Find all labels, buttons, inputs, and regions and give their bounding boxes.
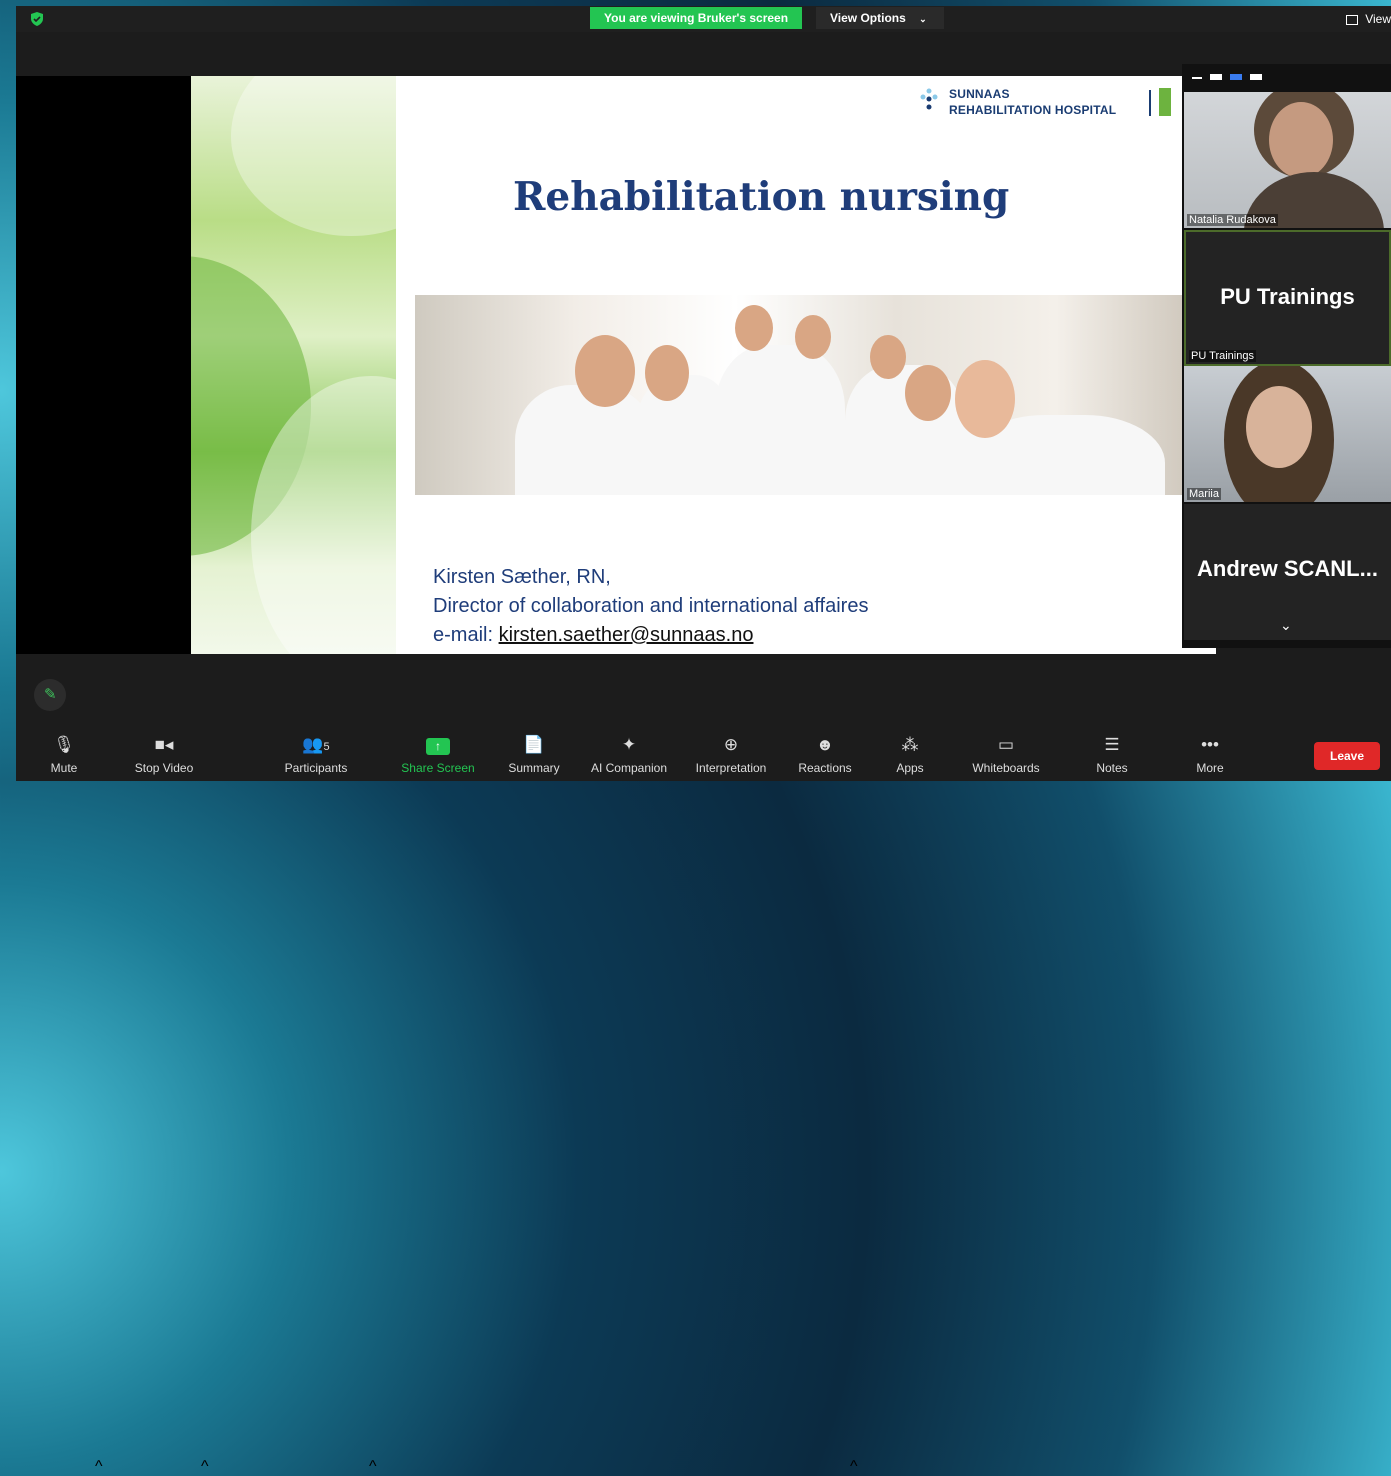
share-screen-label: Share Screen bbox=[401, 761, 475, 775]
microphone-icon: 🎙 bbox=[53, 735, 75, 754]
pencil-icon: ✎ bbox=[44, 686, 57, 703]
participants-options-chevron-icon[interactable]: ^ bbox=[369, 1458, 377, 1476]
logo-line-1: SUNNAAS bbox=[949, 87, 1010, 101]
nurses-photo bbox=[415, 295, 1216, 495]
apps-icon: ⁂ bbox=[901, 735, 919, 754]
notes-icon: ☰ bbox=[1104, 735, 1120, 754]
participants-button[interactable]: 👥5 Participants bbox=[278, 733, 354, 775]
participants-label: Participants bbox=[284, 761, 348, 775]
whiteboards-label: Whiteboards bbox=[972, 761, 1040, 775]
notes-label: Notes bbox=[1096, 761, 1128, 775]
author-block: Kirsten Sæther, RN, Director of collabor… bbox=[433, 563, 868, 650]
zoom-window: You are viewing Bruker's screen View Opt… bbox=[16, 6, 1391, 1475]
share-screen-button[interactable]: ↑ Share Screen bbox=[398, 733, 478, 775]
apps-button[interactable]: ⁂ Apps bbox=[890, 733, 930, 775]
interpretation-button[interactable]: ⊕ Interpretation bbox=[686, 733, 776, 775]
apps-label: Apps bbox=[896, 761, 924, 775]
participants-icon: 👥5 bbox=[302, 735, 330, 754]
participant-gallery: Natalia Rudakova PU Trainings PU Trainin… bbox=[1182, 64, 1391, 648]
strip-view-icon[interactable] bbox=[1230, 74, 1242, 80]
reactions-button[interactable]: ☻ Reactions bbox=[792, 733, 858, 775]
stop-video-button[interactable]: ■◂ Stop Video bbox=[126, 733, 202, 775]
video-camera-icon: ■◂ bbox=[154, 735, 174, 754]
top-bar: You are viewing Bruker's screen View Opt… bbox=[16, 6, 1391, 32]
slide-title: Rehabilitation nursing bbox=[513, 174, 1010, 220]
sparkle-icon: ✦ bbox=[621, 735, 637, 754]
presentation-slide: SUNNAAS REHABILITATION HOSPITAL Rehabili… bbox=[191, 76, 1216, 654]
logo-mark bbox=[1159, 88, 1171, 116]
mute-options-chevron-icon[interactable]: ^ bbox=[95, 1458, 103, 1476]
viewing-screen-banner: You are viewing Bruker's screen bbox=[590, 7, 803, 29]
gallery-view-controls bbox=[1182, 64, 1391, 90]
logo-dots-icon bbox=[920, 88, 938, 110]
more-button[interactable]: ••• More bbox=[1188, 733, 1232, 775]
notes-button[interactable]: ☰ Notes bbox=[1090, 733, 1134, 775]
shield-icon[interactable] bbox=[30, 12, 44, 26]
logo-line-2: REHABILITATION HOSPITAL bbox=[949, 103, 1117, 117]
participant-name: PU Trainings bbox=[1189, 350, 1256, 362]
participant-display-name: PU Trainings bbox=[1220, 284, 1355, 309]
summary-icon: 📄 bbox=[523, 735, 545, 754]
single-view-icon[interactable] bbox=[1210, 74, 1222, 80]
stop-video-label: Stop Video bbox=[134, 761, 194, 775]
leave-button[interactable]: Leave bbox=[1314, 742, 1380, 770]
whiteboards-button[interactable]: ▭ Whiteboards bbox=[964, 733, 1048, 775]
shared-screen: SUNNAAS REHABILITATION HOSPITAL Rehabili… bbox=[16, 76, 1216, 654]
author-name: Kirsten Sæther, RN, bbox=[433, 566, 611, 588]
participant-tile[interactable]: PU Trainings PU Trainings bbox=[1184, 230, 1391, 366]
slide-decoration bbox=[191, 76, 491, 654]
reactions-options-chevron-icon[interactable]: ^ bbox=[850, 1458, 858, 1476]
grid-view-icon bbox=[1345, 14, 1358, 25]
email-link[interactable]: kirsten.saether@sunnaas.no bbox=[499, 624, 754, 646]
meeting-toolbar: 🎙 Mute ^ ■◂ Stop Video ^ 👥5 Participants… bbox=[16, 729, 1391, 1475]
participants-count: 5 bbox=[323, 741, 330, 753]
author-role: Director of collaboration and internatio… bbox=[433, 595, 869, 617]
interpretation-label: Interpretation bbox=[695, 761, 767, 775]
view-button[interactable]: View bbox=[1345, 12, 1391, 26]
globe-icon: ⊕ bbox=[723, 735, 739, 754]
chevron-down-icon: ⌄ bbox=[919, 14, 927, 24]
grid-view-icon[interactable] bbox=[1250, 74, 1262, 80]
ai-companion-label: AI Companion bbox=[590, 761, 668, 775]
participant-name: Mariia bbox=[1187, 488, 1221, 500]
participant-display-name: Andrew SCANL... bbox=[1197, 556, 1378, 581]
summary-label: Summary bbox=[508, 761, 560, 775]
view-options-button[interactable]: View Options ⌄ bbox=[816, 7, 944, 29]
mute-button[interactable]: 🎙 Mute bbox=[44, 733, 84, 775]
whiteboard-icon: ▭ bbox=[997, 735, 1015, 754]
chevron-down-icon[interactable]: ⌄ bbox=[1280, 617, 1292, 634]
participant-name: Natalia Rudakova bbox=[1187, 214, 1278, 226]
more-dots-icon: ••• bbox=[1201, 735, 1219, 754]
email-label: e-mail: bbox=[433, 624, 499, 646]
mute-label: Mute bbox=[50, 761, 78, 775]
more-label: More bbox=[1196, 761, 1224, 775]
ai-companion-button[interactable]: ✦ AI Companion bbox=[584, 733, 674, 775]
participant-tile[interactable]: Mariia bbox=[1184, 366, 1391, 502]
view-label: View bbox=[1365, 12, 1391, 26]
participant-tile[interactable]: Natalia Rudakova bbox=[1184, 92, 1391, 228]
hospital-logo: SUNNAAS REHABILITATION HOSPITAL bbox=[919, 82, 1171, 122]
annotate-button[interactable]: ✎ bbox=[34, 679, 66, 711]
reactions-label: Reactions bbox=[798, 761, 852, 775]
view-options-label: View Options bbox=[830, 11, 906, 25]
video-options-chevron-icon[interactable]: ^ bbox=[201, 1458, 209, 1476]
participant-tile[interactable]: Andrew SCANL... ⌄ bbox=[1184, 504, 1391, 640]
share-screen-icon: ↑ bbox=[426, 738, 450, 755]
smiley-icon: ☻ bbox=[816, 735, 834, 754]
minimize-icon[interactable] bbox=[1192, 77, 1202, 79]
summary-button[interactable]: 📄 Summary bbox=[502, 733, 566, 775]
